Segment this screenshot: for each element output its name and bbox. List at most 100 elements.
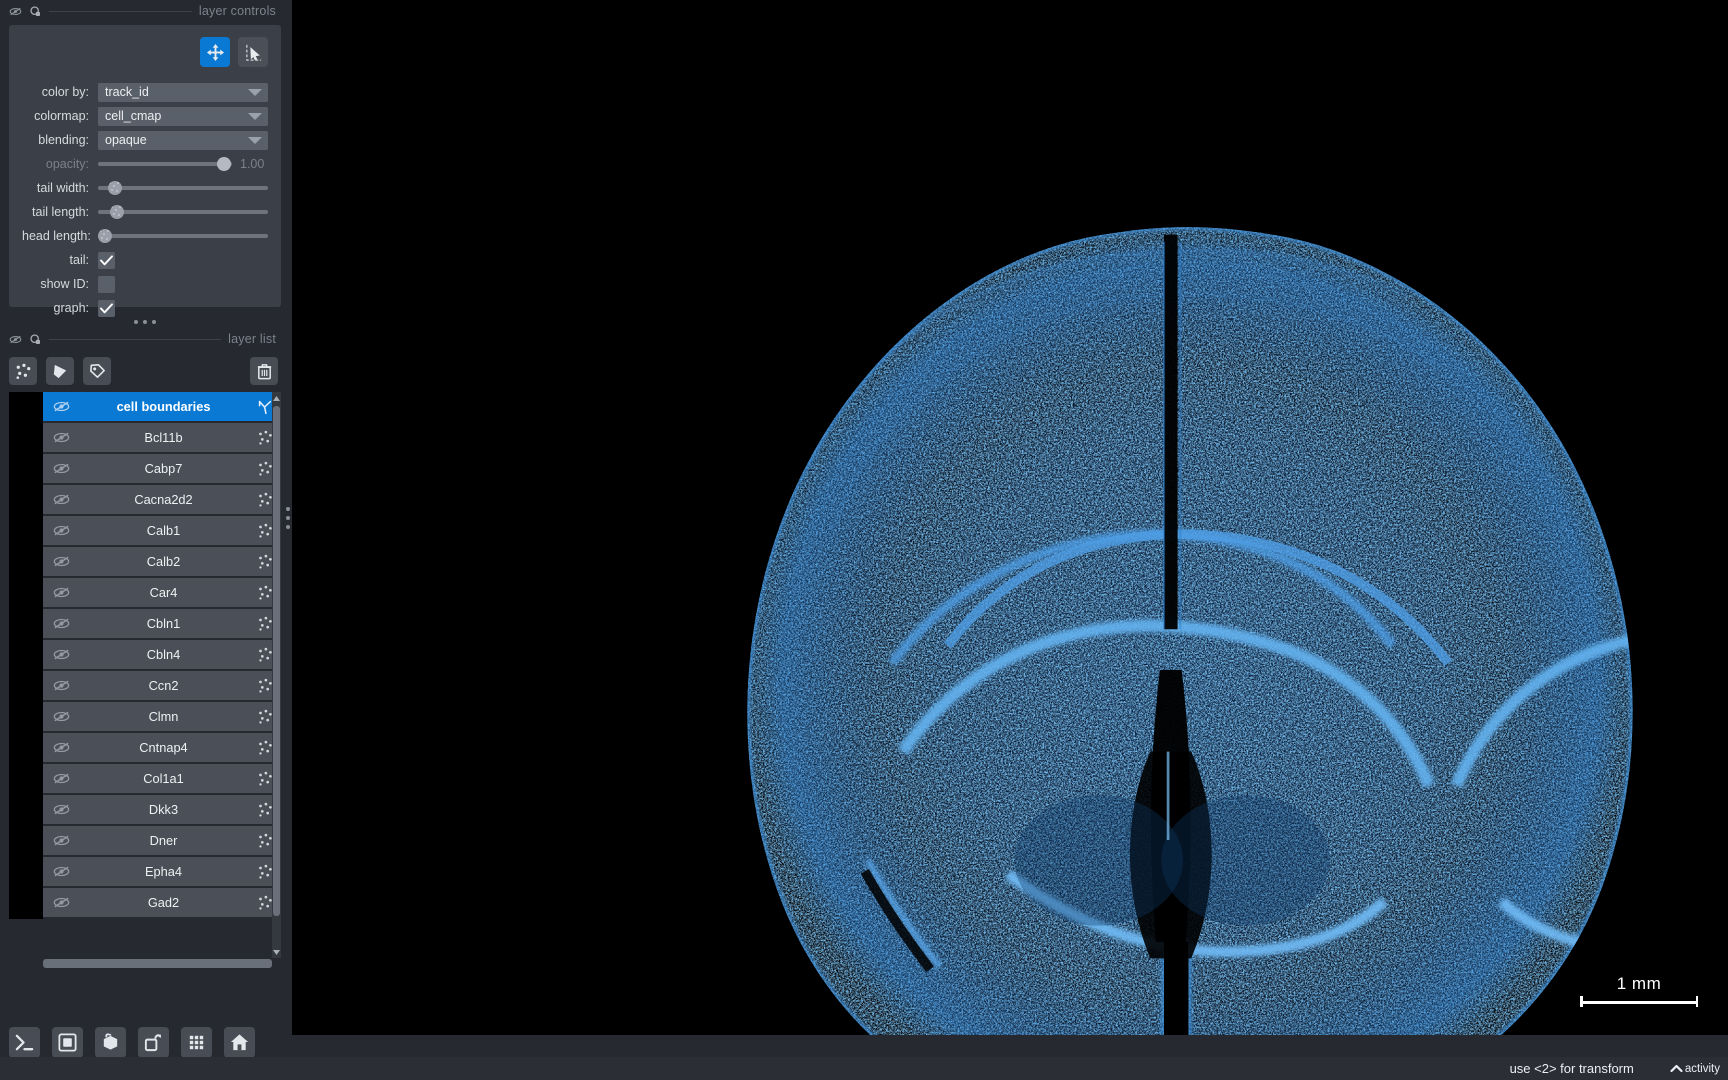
- opacity-slider-handle[interactable]: [216, 157, 231, 171]
- show-id-checkbox[interactable]: [98, 275, 115, 293]
- layer-list-horizontal-scrollbar[interactable]: [43, 959, 272, 968]
- layer-visibility-icon[interactable]: [52, 862, 71, 881]
- layer-row[interactable]: Col1a1: [9, 764, 281, 795]
- layer-row-body[interactable]: Dner: [43, 826, 281, 857]
- layer-visibility-icon[interactable]: [52, 769, 71, 788]
- layer-row[interactable]: Cabp7: [9, 454, 281, 485]
- layer-visibility-icon[interactable]: [52, 614, 71, 633]
- tail-checkbox[interactable]: [98, 251, 115, 269]
- ndisplay-2d-button[interactable]: [52, 1027, 83, 1058]
- layer-row-body[interactable]: Cntnap4: [43, 733, 281, 764]
- layer-row[interactable]: Cbln4: [9, 640, 281, 671]
- layer-visibility-icon[interactable]: [52, 521, 71, 540]
- layer-visibility-icon[interactable]: [52, 490, 71, 509]
- opacity-slider[interactable]: [98, 155, 232, 173]
- layer-row[interactable]: Cacna2d2: [9, 485, 281, 516]
- transform-mode-button[interactable]: [238, 37, 268, 67]
- head-length-row: head length:: [22, 225, 268, 247]
- layer-row[interactable]: Dner: [9, 826, 281, 857]
- layer-row-body[interactable]: Car4: [43, 578, 281, 609]
- layer-visibility-icon[interactable]: [52, 552, 71, 571]
- layer-row-body[interactable]: Bcl11b: [43, 423, 281, 454]
- pan-zoom-mode-button[interactable]: [200, 37, 230, 67]
- scroll-up-arrow-icon[interactable]: [272, 392, 281, 404]
- ndisplay-3d-button[interactable]: [95, 1027, 126, 1058]
- titlebar-rule: [49, 338, 222, 340]
- layer-row-body[interactable]: Dkk3: [43, 795, 281, 826]
- layer-row[interactable]: Gad2: [9, 888, 281, 919]
- layer-row-body[interactable]: Calb2: [43, 547, 281, 578]
- layer-row[interactable]: Calb2: [9, 547, 281, 578]
- layer-row[interactable]: Car4: [9, 578, 281, 609]
- layer-visibility-icon[interactable]: [52, 738, 71, 757]
- float-panel-icon[interactable]: [29, 5, 42, 18]
- layer-row-body[interactable]: Calb1: [43, 516, 281, 547]
- grid-view-button[interactable]: [181, 1027, 212, 1058]
- colormap-select[interactable]: cell_cmap: [98, 106, 268, 126]
- layer-row-body[interactable]: Gad2: [43, 888, 281, 919]
- new-shapes-layer-button[interactable]: [46, 357, 74, 385]
- layer-visibility-icon[interactable]: [52, 459, 71, 478]
- layer-row[interactable]: cell boundaries: [9, 392, 281, 423]
- tail-length-slider[interactable]: [98, 203, 268, 221]
- scroll-down-arrow-icon[interactable]: [272, 946, 281, 958]
- layer-visibility-icon[interactable]: [52, 645, 71, 664]
- float-panel-icon[interactable]: [29, 333, 42, 346]
- layer-list-scrollbar[interactable]: [272, 392, 281, 958]
- layer-row[interactable]: Clmn: [9, 702, 281, 733]
- delete-layer-button[interactable]: [250, 357, 278, 385]
- hide-panel-icon[interactable]: [9, 5, 22, 18]
- new-labels-layer-button[interactable]: [83, 357, 111, 385]
- layer-row[interactable]: Ccn2: [9, 671, 281, 702]
- panel-resize-handle[interactable]: [9, 320, 281, 324]
- tail-width-slider[interactable]: [98, 179, 268, 197]
- layer-row-body[interactable]: Cacna2d2: [43, 485, 281, 516]
- layer-visibility-icon[interactable]: [52, 800, 71, 819]
- layer-name: Cacna2d2: [134, 492, 193, 507]
- layer-row[interactable]: Cntnap4: [9, 733, 281, 764]
- labels-tag-icon: [89, 363, 105, 378]
- new-points-layer-button[interactable]: [9, 357, 37, 385]
- colormap-row: colormap: cell_cmap: [22, 105, 268, 127]
- layer-row-body[interactable]: Ccn2: [43, 671, 281, 702]
- layer-visibility-icon[interactable]: [52, 831, 71, 850]
- layer-visibility-icon[interactable]: [52, 428, 71, 447]
- dock-splitter-handle[interactable]: [284, 0, 292, 1035]
- tail-length-label: tail length:: [32, 205, 89, 219]
- layer-visibility-icon[interactable]: [52, 583, 71, 602]
- layer-row-body[interactable]: Cbln4: [43, 640, 281, 671]
- layer-row-body[interactable]: Epha4: [43, 857, 281, 888]
- roll-dimensions-button[interactable]: [138, 1027, 169, 1058]
- activity-button[interactable]: activity: [1670, 1063, 1720, 1075]
- layer-row-body[interactable]: Col1a1: [43, 764, 281, 795]
- hide-panel-icon[interactable]: [9, 333, 22, 346]
- layer-row-body[interactable]: cell boundaries: [43, 392, 281, 423]
- layer-visibility-icon[interactable]: [52, 707, 71, 726]
- console-button[interactable]: [9, 1027, 40, 1058]
- head-length-slider-handle[interactable]: [98, 229, 112, 243]
- layer-visibility-icon[interactable]: [52, 397, 71, 416]
- image-canvas[interactable]: 1 mm: [292, 0, 1728, 1035]
- layer-row-body[interactable]: Cabp7: [43, 454, 281, 485]
- layer-row-body[interactable]: Cbln1: [43, 609, 281, 640]
- layer-thumbnail: [9, 454, 43, 485]
- layer-row[interactable]: Cbln1: [9, 609, 281, 640]
- home-button[interactable]: [224, 1027, 255, 1058]
- layer-visibility-icon[interactable]: [52, 676, 71, 695]
- layer-list-scroll-thumb[interactable]: [273, 406, 280, 916]
- layer-thumbnail: [9, 764, 43, 795]
- color-by-select[interactable]: track_id: [98, 82, 268, 102]
- layer-row[interactable]: Epha4: [9, 857, 281, 888]
- tail-width-slider-handle[interactable]: [108, 181, 123, 195]
- tail-length-slider-handle[interactable]: [109, 205, 124, 219]
- layer-row[interactable]: Bcl11b: [9, 423, 281, 454]
- layer-row[interactable]: Calb1: [9, 516, 281, 547]
- layer-list[interactable]: cell boundaries Bcl11b Cabp7 Cacna2d2 Ca…: [9, 392, 281, 958]
- blending-select[interactable]: opaque: [98, 130, 268, 150]
- layer-row[interactable]: Dkk3: [9, 795, 281, 826]
- layer-name: Bcl11b: [144, 430, 183, 445]
- layer-row-body[interactable]: Clmn: [43, 702, 281, 733]
- graph-checkbox[interactable]: [98, 299, 115, 317]
- layer-visibility-icon[interactable]: [52, 893, 71, 912]
- head-length-slider[interactable]: [98, 227, 268, 245]
